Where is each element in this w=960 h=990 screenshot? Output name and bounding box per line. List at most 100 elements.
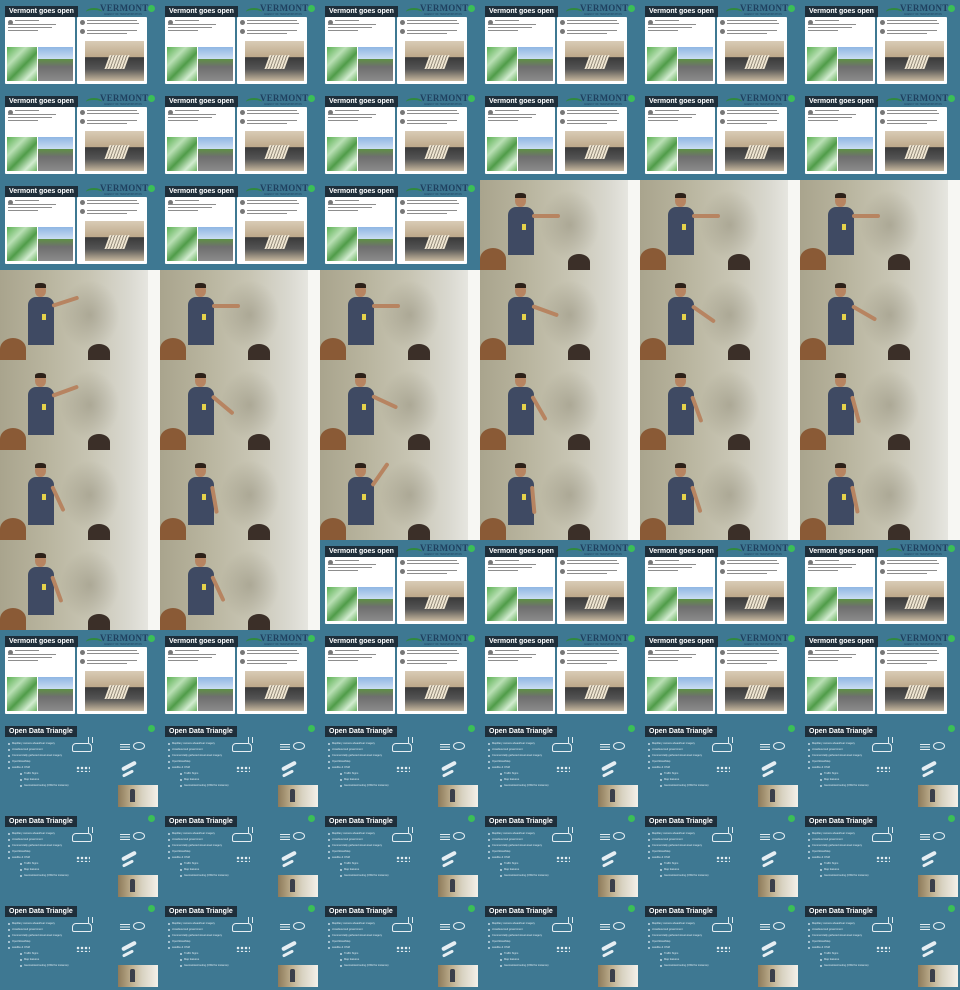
green-dot-icon <box>148 815 155 822</box>
logo-sub: AGENCY OF TRANSPORTATION <box>584 643 622 646</box>
audience-head <box>568 344 590 360</box>
audience-head <box>320 428 346 450</box>
badge-icon <box>362 314 366 320</box>
list-item: Geometries/routing (OSM for instance) <box>808 873 870 879</box>
logo-sub: AGENCY OF TRANSPORTATION <box>104 193 142 196</box>
tweet-text-line <box>727 570 777 571</box>
logo-sub: AGENCY OF TRANSPORTATION <box>264 13 302 16</box>
avatar <box>720 110 725 115</box>
road-image <box>198 137 233 171</box>
wall-shadow <box>540 190 600 260</box>
tweet-text-line <box>247 23 299 24</box>
scatter-icon <box>876 946 890 952</box>
bridge-image <box>85 671 144 711</box>
scatter-icon <box>876 766 890 772</box>
tweet-card-right <box>77 197 147 264</box>
green-dot-icon <box>788 545 795 552</box>
avatar <box>240 119 245 124</box>
road-image <box>358 587 393 621</box>
vermont-logo: VERMONT AGENCY OF TRANSPORTATION <box>86 183 148 198</box>
slide-title: Vermont goes open <box>805 546 878 557</box>
avatar <box>240 29 245 34</box>
scatter-icon <box>236 766 250 772</box>
logo-word: VERMONT <box>580 633 629 643</box>
speaker-video-frame <box>160 450 320 540</box>
avatar <box>880 650 885 655</box>
vermont-slide-frame: Vermont goes open VERMONT AGENCY OF TRAN… <box>0 90 160 180</box>
vermont-logo: VERMONT AGENCY OF TRANSPORTATION <box>886 633 948 648</box>
logo-sub: AGENCY OF TRANSPORTATION <box>584 553 622 556</box>
tweet-card-left <box>805 17 875 84</box>
tweet-text-line <box>87 113 139 114</box>
road-image <box>358 47 393 81</box>
tweet-text-line <box>407 563 459 564</box>
tweet-text-line <box>168 657 212 658</box>
audience-head <box>480 518 506 540</box>
tweet-card-left <box>5 17 75 84</box>
tweet-text-line <box>328 27 372 28</box>
tweet-text-line <box>648 114 696 115</box>
avatar <box>720 119 725 124</box>
vermont-logo: VERMONT AGENCY OF TRANSPORTATION <box>566 633 628 648</box>
road-image <box>358 137 393 171</box>
speaker-person <box>26 553 64 630</box>
green-dot-icon <box>788 95 795 102</box>
tweet-text-line <box>567 573 607 574</box>
slide-title: Vermont goes open <box>645 6 718 17</box>
window-light <box>788 270 800 360</box>
window-light <box>148 360 160 450</box>
scatter-icon <box>236 856 250 862</box>
slide-title: Open Data Triangle <box>805 906 877 917</box>
road-image <box>38 677 73 711</box>
slide-title: Vermont goes open <box>165 186 238 197</box>
window-light <box>148 450 160 540</box>
scatter-icon <box>76 766 90 772</box>
avatar <box>240 209 245 214</box>
speaker-video-frame <box>480 450 640 540</box>
tweet-text-line <box>15 110 39 111</box>
tweet-text-line <box>247 20 297 21</box>
tweet-text-line <box>407 123 447 124</box>
antenna-icon <box>568 827 573 833</box>
tweet-text-line <box>808 567 852 568</box>
vermont-slide-frame: Vermont goes open VERMONT AGENCY OF TRAN… <box>640 540 800 630</box>
slide-title: Vermont goes open <box>325 546 398 557</box>
list-item: Geometries/routing (OSM for instance) <box>168 783 230 789</box>
tweet-text-line <box>495 650 519 651</box>
vermont-slide-frame: Vermont goes open VERMONT AGENCY OF TRAN… <box>320 540 480 630</box>
wall-shadow <box>860 190 920 260</box>
tweet-card-left <box>485 107 555 174</box>
audience-head <box>800 248 826 270</box>
tweet-text-line <box>488 657 532 658</box>
speaker-body <box>188 297 214 345</box>
speaker-body <box>188 477 214 525</box>
tweet-text-line <box>247 123 287 124</box>
vermont-logo: VERMONT AGENCY OF TRANSPORTATION <box>246 183 308 198</box>
logo-word: VERMONT <box>260 633 309 643</box>
logo-word: VERMONT <box>740 3 789 13</box>
tweet-text-line <box>8 27 52 28</box>
tweet-text-line <box>407 660 457 661</box>
tweet-text-line <box>407 573 447 574</box>
tweet-text-line <box>407 20 457 21</box>
speaker-hair <box>515 463 526 468</box>
bars-icon <box>280 834 290 840</box>
bridge-image <box>725 581 784 621</box>
window-light <box>468 450 480 540</box>
tweet-text-line <box>328 117 372 118</box>
tweet-text-line <box>808 570 838 571</box>
bridge-image <box>245 131 304 171</box>
car-icon <box>712 833 732 842</box>
audience-head <box>640 428 666 450</box>
tweet-card-left <box>485 17 555 84</box>
window-light <box>788 450 800 540</box>
loops-icon <box>613 832 625 840</box>
speaker-video-frame <box>800 270 960 360</box>
audience-head <box>88 524 110 540</box>
wall-shadow <box>220 280 280 350</box>
tweet-text-line <box>328 660 358 661</box>
audience-head <box>728 344 750 360</box>
bridge-image <box>725 671 784 711</box>
loops-icon <box>933 742 945 750</box>
speaker-pip-video <box>598 875 638 897</box>
